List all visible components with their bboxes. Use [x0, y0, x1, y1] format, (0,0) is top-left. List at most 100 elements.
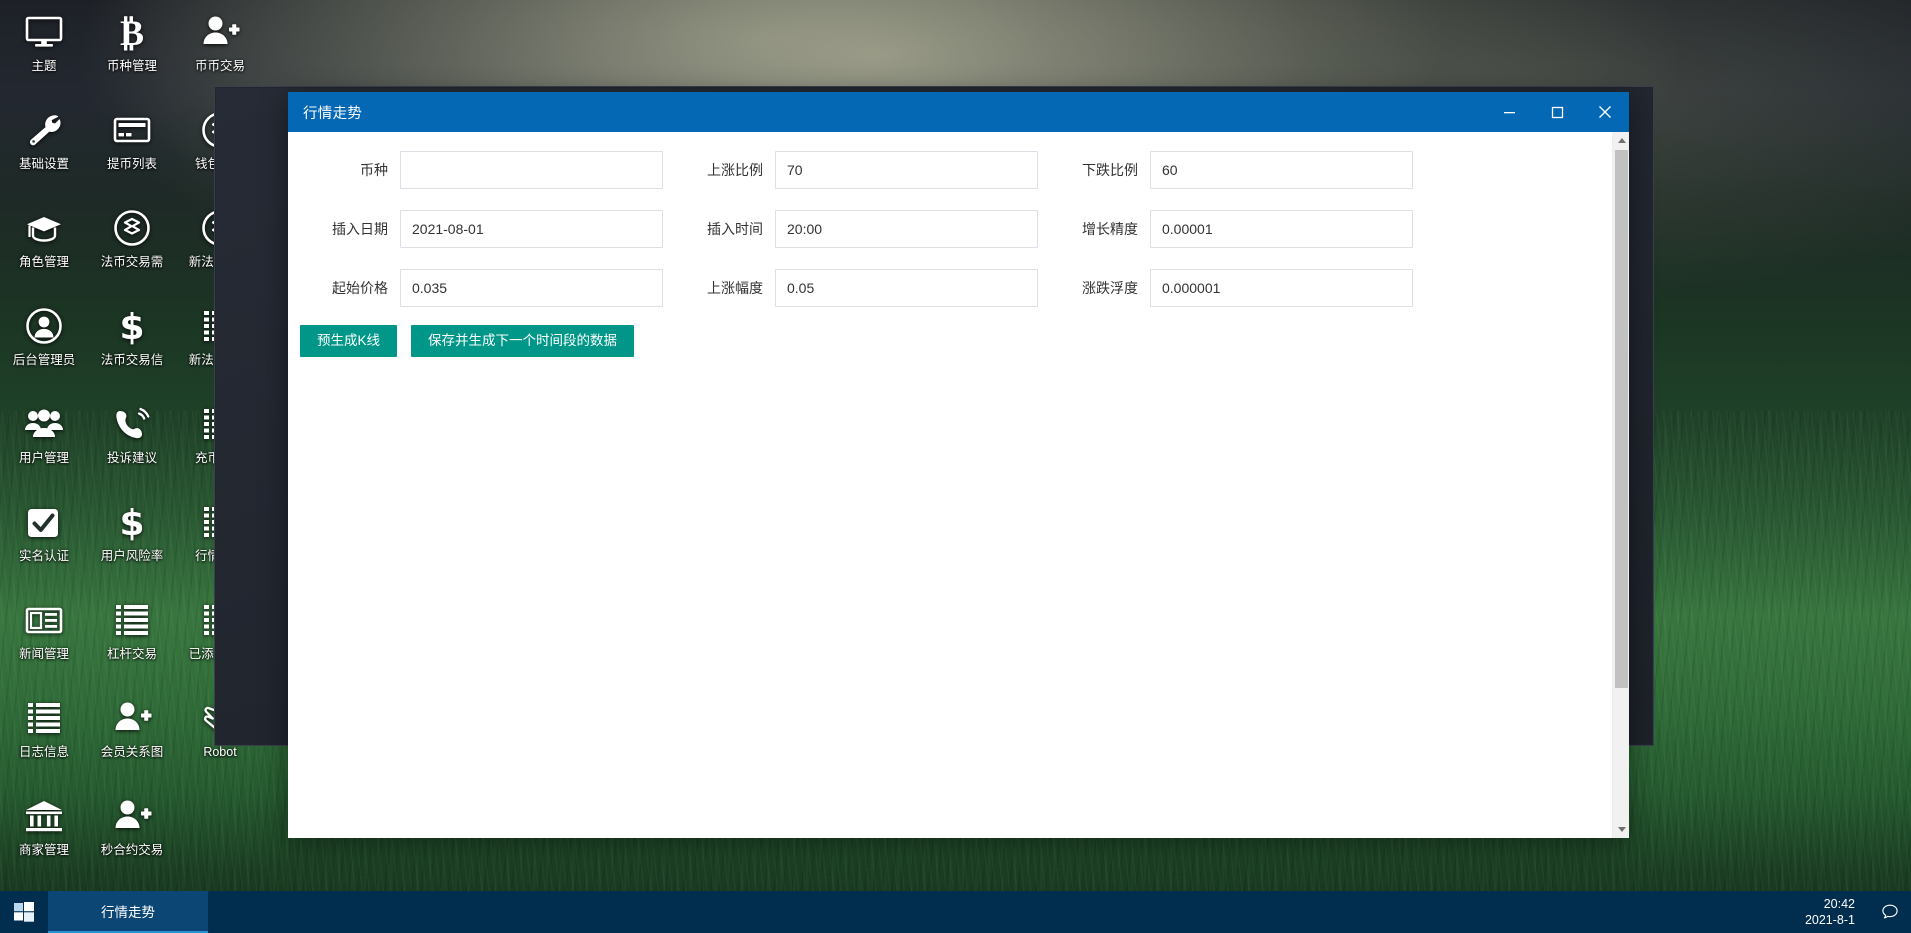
form-row: 币种 上涨比例 下跌比例 [288, 148, 1612, 192]
field-label: 涨跌浮度 [1038, 278, 1150, 298]
start-price-input[interactable] [400, 269, 663, 307]
dialog-body: 币种 上涨比例 下跌比例 插入日期 [288, 132, 1629, 838]
desktop-icon-22[interactable]: 日志信息 [0, 690, 88, 788]
desktop-icon-8[interactable]: 法币交易需 [88, 200, 176, 298]
desktop-icon-25[interactable]: 商家管理 [0, 788, 88, 886]
insert-date-input[interactable] [400, 210, 663, 248]
newspaper-icon [24, 600, 64, 640]
dollar-icon: $ [112, 306, 152, 346]
field-label: 增长精度 [1038, 219, 1150, 239]
field-label: 起始价格 [288, 278, 400, 298]
desktop-icon-label: 法币交易信 [101, 353, 164, 367]
svg-text:₿: ₿ [120, 13, 144, 52]
desktop-icon-1[interactable]: 主题 [0, 4, 88, 102]
desktop-icon-label: 提币列表 [107, 157, 157, 171]
wallet-badge-icon [112, 208, 152, 248]
windows-logo-icon[interactable] [0, 891, 48, 933]
field-label: 下跌比例 [1038, 160, 1150, 180]
desktop-icon-26[interactable]: 秒合约交易 [88, 788, 176, 886]
desktop-icon-4[interactable]: 基础设置 [0, 102, 88, 200]
user-circle-icon [24, 306, 64, 346]
desktop-icon-label: Robot [203, 745, 236, 759]
desktop-icon-label: 投诉建议 [107, 451, 157, 465]
desktop-icon-19[interactable]: 新闻管理 [0, 592, 88, 690]
field-start-price: 起始价格 [288, 269, 663, 307]
desktop: 主题₿币种管理币币交易基础设置提币列表钱包管理角色管理法币交易需新法币商家后台管… [0, 0, 1911, 933]
desktop-icon-17[interactable]: $用户风险率 [88, 494, 176, 592]
field-rise-ratio: 上涨比例 [663, 151, 1038, 189]
desktop-icon-5[interactable]: 提币列表 [88, 102, 176, 200]
dialog-scrollbar[interactable] [1612, 132, 1629, 838]
user-add-icon [112, 698, 152, 738]
graduation-cap-icon [24, 208, 64, 248]
taskbar-item-market-trend[interactable]: 行情走势 [48, 891, 208, 933]
market-trend-dialog: 行情走势 币种 上涨比例 [288, 92, 1629, 838]
desktop-icon-14[interactable]: 投诉建议 [88, 396, 176, 494]
desktop-icon-16[interactable]: 实名认证 [0, 494, 88, 592]
desktop-icon-label: 后台管理员 [13, 353, 76, 367]
desktop-icon-label: 币种管理 [107, 59, 157, 73]
rise-amplitude-input[interactable] [775, 269, 1038, 307]
taskbar: 行情走势 20:42 2021-8-1 [0, 891, 1911, 933]
desktop-icon-23[interactable]: 会员关系图 [88, 690, 176, 788]
field-rise-amplitude: 上涨幅度 [663, 269, 1038, 307]
desktop-icon-7[interactable]: 角色管理 [0, 200, 88, 298]
desktop-icon-10[interactable]: 后台管理员 [0, 298, 88, 396]
save-and-generate-next-button[interactable]: 保存并生成下一个时间段的数据 [411, 325, 634, 357]
close-icon[interactable] [1581, 92, 1629, 132]
desktop-icon-label: 角色管理 [19, 255, 69, 269]
monitor-icon [24, 12, 64, 52]
dialog-titlebar[interactable]: 行情走势 [288, 92, 1629, 132]
field-label: 上涨幅度 [663, 278, 775, 298]
insert-time-input[interactable] [775, 210, 1038, 248]
desktop-icon-label: 日志信息 [19, 745, 69, 759]
coin-type-input[interactable] [400, 151, 663, 189]
desktop-icon-13[interactable]: 用户管理 [0, 396, 88, 494]
minimize-icon[interactable] [1485, 92, 1533, 132]
clock-time: 20:42 [1805, 896, 1855, 912]
pregenerate-kline-button[interactable]: 预生成K线 [300, 325, 397, 357]
form-row: 插入日期 插入时间 增长精度 [288, 207, 1612, 251]
fluctuation-input[interactable] [1150, 269, 1413, 307]
field-fall-ratio: 下跌比例 [1038, 151, 1413, 189]
desktop-icon-label: 新闻管理 [19, 647, 69, 661]
desktop-icon-label: 基础设置 [19, 157, 69, 171]
field-label: 币种 [288, 160, 400, 180]
desktop-icon-label: 币币交易 [195, 59, 245, 73]
taskbar-item-label: 行情走势 [101, 901, 155, 921]
fall-ratio-input[interactable] [1150, 151, 1413, 189]
phone-ring-icon [112, 404, 152, 444]
growth-precision-input[interactable] [1150, 210, 1413, 248]
desktop-icon-label: 实名认证 [19, 549, 69, 563]
desktop-icon-11[interactable]: $ 法币交易信 [88, 298, 176, 396]
desktop-icon-label: 用户管理 [19, 451, 69, 465]
scrollbar-thumb[interactable] [1615, 150, 1628, 688]
desktop-icon-label: 秒合约交易 [101, 843, 164, 857]
field-fluctuation: 涨跌浮度 [1038, 269, 1413, 307]
desktop-icon-2[interactable]: ₿ 币种管理 [88, 4, 176, 102]
svg-text:$: $ [119, 503, 144, 542]
taskbar-clock[interactable]: 20:42 2021-8-1 [1791, 896, 1869, 928]
desktop-icon-20[interactable]: 杠杆交易 [88, 592, 176, 690]
user-add-icon [112, 796, 152, 836]
list-icon [112, 600, 152, 640]
desktop-icon-label: 法币交易需 [101, 255, 164, 269]
market-trend-form: 币种 上涨比例 下跌比例 插入日期 [288, 132, 1612, 838]
list-icon [24, 698, 64, 738]
clock-date: 2021-8-1 [1805, 912, 1855, 928]
field-growth-precision: 增长精度 [1038, 210, 1413, 248]
wrench-icon [24, 110, 64, 150]
chat-bubble-icon[interactable] [1869, 891, 1911, 933]
scroll-down-icon[interactable] [1613, 821, 1629, 838]
users-group-icon [24, 404, 64, 444]
field-insert-time: 插入时间 [663, 210, 1038, 248]
check-square-icon [24, 502, 64, 542]
field-label: 上涨比例 [663, 160, 775, 180]
maximize-icon[interactable] [1533, 92, 1581, 132]
form-row: 起始价格 上涨幅度 涨跌浮度 [288, 266, 1612, 310]
rise-ratio-input[interactable] [775, 151, 1038, 189]
scroll-up-icon[interactable] [1613, 132, 1629, 149]
field-coin-type: 币种 [288, 151, 663, 189]
field-label: 插入时间 [663, 219, 775, 239]
svg-text:$: $ [119, 307, 144, 346]
